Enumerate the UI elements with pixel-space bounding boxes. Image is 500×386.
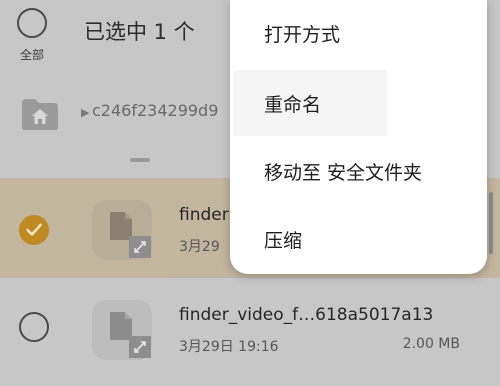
file-checkbox-unchecked[interactable] <box>19 312 49 342</box>
file-name: finder <box>179 205 229 225</box>
breadcrumb-path[interactable]: c246f234299d9 <box>92 101 218 120</box>
scrollbar[interactable] <box>489 192 493 254</box>
more-options-menu: 打开方式 重命名 移动至 安全文件夹 压缩 <box>230 0 487 274</box>
video-file-thumbnail <box>92 200 152 260</box>
breadcrumb-arrow-icon: ▶ <box>81 106 90 119</box>
list-top-indicator <box>130 158 150 162</box>
select-all-checkbox-icon <box>17 8 47 38</box>
select-all-label: 全部 <box>19 48 44 62</box>
file-date: 3月29 <box>179 239 220 255</box>
video-file-thumbnail <box>92 300 152 360</box>
menu-item-compress[interactable]: 压缩 <box>230 206 487 272</box>
menu-item-open-with[interactable]: 打开方式 <box>230 0 487 66</box>
menu-item-label: 打开方式 <box>264 24 341 46</box>
expand-icon <box>129 336 151 358</box>
file-checkbox-checked[interactable] <box>19 215 49 245</box>
selected-count-title: 已选中 1 个 <box>84 20 195 44</box>
select-all-toggle[interactable]: 全部 <box>10 8 54 66</box>
menu-item-label: 重命名 <box>264 94 322 116</box>
expand-icon <box>129 236 151 258</box>
menu-item-label: 压缩 <box>264 230 303 252</box>
checkmark-icon <box>26 223 42 236</box>
file-manager-screen: 全部 已选中 1 个 ▶ c246f234299d9 finder 3月29 f… <box>0 0 500 386</box>
file-row[interactable]: finder_video_f…618a5017a13 3月29日 19:16 2… <box>0 278 500 378</box>
menu-item-label: 移动至 安全文件夹 <box>264 162 423 184</box>
file-date: 3月29日 19:16 <box>179 339 279 355</box>
file-name: finder_video_f…618a5017a13 <box>179 305 434 325</box>
menu-item-move-to-secure-folder[interactable]: 移动至 安全文件夹 <box>230 138 487 204</box>
home-folder-icon[interactable] <box>20 97 60 131</box>
menu-item-rename[interactable]: 重命名 <box>233 70 387 136</box>
file-size: 2.00 MB <box>402 336 460 352</box>
